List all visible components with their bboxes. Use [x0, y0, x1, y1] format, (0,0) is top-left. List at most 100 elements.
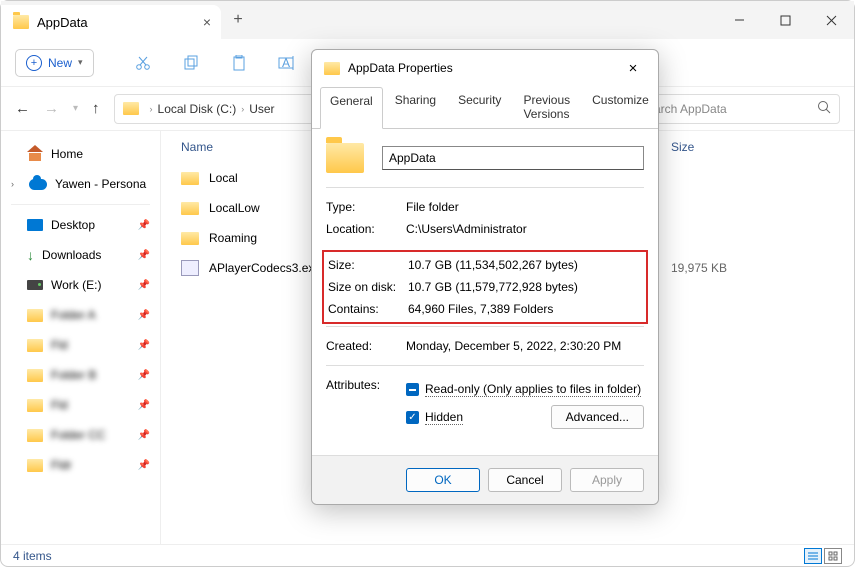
crumb-seg[interactable]: User	[249, 102, 274, 116]
apply-button[interactable]: Apply	[570, 468, 644, 492]
readonly-checkbox[interactable]	[406, 383, 419, 396]
cut-icon[interactable]	[134, 54, 152, 72]
search-icon	[817, 100, 831, 117]
close-window-button[interactable]	[808, 4, 854, 36]
folder-icon	[13, 15, 29, 29]
highlight-box: Size:10.7 GB (11,534,502,267 bytes) Size…	[322, 250, 648, 324]
readonly-label: Read-only (Only applies to files in fold…	[425, 382, 641, 397]
col-size[interactable]: Size	[671, 140, 694, 154]
pin-icon: 📌	[138, 400, 150, 411]
new-button[interactable]: + New ▾	[15, 49, 94, 77]
sidebar-item-desktop[interactable]: Desktop📌	[1, 210, 160, 240]
back-button[interactable]: ←	[15, 100, 30, 117]
paste-icon[interactable]	[230, 54, 248, 72]
size-on-disk-value: 10.7 GB (11,579,772,928 bytes)	[408, 280, 578, 294]
recent-chevron-icon[interactable]: ▾	[73, 103, 78, 114]
search-input[interactable]: arch AppData	[645, 94, 840, 124]
chevron-right-icon[interactable]: ›	[11, 179, 21, 189]
up-button[interactable]: ↑	[92, 100, 100, 117]
svg-text:A: A	[282, 56, 290, 70]
cancel-button[interactable]: Cancel	[488, 468, 562, 492]
contains-value: 64,960 Files, 7,389 Folders	[408, 302, 553, 316]
download-icon: ↓	[27, 247, 34, 263]
forward-button[interactable]: →	[44, 100, 59, 117]
close-tab-icon[interactable]: ×	[203, 14, 211, 30]
chevron-right-icon: ›	[150, 104, 153, 114]
sidebar-item[interactable]: Folder CC📌	[1, 420, 160, 450]
type-label: Type:	[326, 200, 406, 214]
folder-icon	[27, 339, 43, 352]
chevron-right-icon: ›	[241, 104, 244, 114]
attributes-label: Attributes:	[326, 378, 406, 392]
new-tab-button[interactable]: +	[221, 11, 255, 29]
titlebar: AppData × +	[1, 1, 854, 39]
pin-icon: 📌	[138, 310, 150, 321]
details-view-button[interactable]	[804, 548, 822, 564]
tab-previous-versions[interactable]: Previous Versions	[513, 86, 580, 128]
plus-icon: +	[26, 55, 42, 71]
drive-icon	[27, 280, 43, 290]
sidebar-item[interactable]: Fldr📌	[1, 450, 160, 480]
sidebar-item-work[interactable]: Work (E:)📌	[1, 270, 160, 300]
folder-icon	[27, 459, 43, 472]
folder-icon	[27, 369, 43, 382]
properties-dialog: AppData Properties × General Sharing Sec…	[311, 49, 659, 505]
dialog-title: AppData Properties	[348, 61, 453, 75]
search-placeholder: arch AppData	[654, 102, 727, 116]
close-dialog-button[interactable]: ×	[620, 60, 646, 77]
sidebar-item-home[interactable]: Home	[1, 139, 160, 169]
copy-icon[interactable]	[182, 54, 200, 72]
pin-icon: 📌	[138, 340, 150, 351]
hidden-checkbox[interactable]	[406, 411, 419, 424]
size-value: 10.7 GB (11,534,502,267 bytes)	[408, 258, 578, 272]
crumb-seg[interactable]: Local Disk (C:)	[158, 102, 237, 116]
tab-security[interactable]: Security	[448, 86, 511, 128]
created-value: Monday, December 5, 2022, 2:30:20 PM	[406, 339, 621, 353]
hidden-label: Hidden	[425, 410, 463, 425]
ok-button[interactable]: OK	[406, 468, 480, 492]
minimize-button[interactable]	[716, 4, 762, 36]
tab-customize[interactable]: Customize	[582, 86, 659, 128]
folder-icon	[181, 202, 199, 215]
pin-icon: 📌	[138, 280, 150, 291]
window-tab[interactable]: AppData ×	[1, 5, 221, 39]
onedrive-icon	[29, 179, 47, 190]
tab-general[interactable]: General	[320, 87, 383, 129]
pin-icon: 📌	[138, 370, 150, 381]
statusbar: 4 items	[1, 544, 854, 566]
desktop-icon	[27, 219, 43, 231]
sidebar-item[interactable]: Folder B📌	[1, 360, 160, 390]
divider	[11, 204, 150, 205]
type-value: File folder	[406, 200, 459, 214]
icons-view-button[interactable]	[824, 548, 842, 564]
pin-icon: 📌	[138, 220, 150, 231]
advanced-button[interactable]: Advanced...	[551, 405, 644, 429]
folder-name-input[interactable]	[382, 146, 644, 170]
size-label: Size:	[328, 258, 408, 272]
tab-title: AppData	[37, 15, 88, 30]
folder-icon	[27, 429, 43, 442]
sidebar: Home ›Yawen - Persona Desktop📌 ↓Download…	[1, 131, 161, 544]
contains-label: Contains:	[328, 302, 408, 316]
dialog-titlebar[interactable]: AppData Properties ×	[312, 50, 658, 86]
rename-icon[interactable]: A	[278, 54, 296, 72]
size-on-disk-label: Size on disk:	[328, 280, 408, 294]
folder-icon	[27, 309, 43, 322]
sidebar-item-downloads[interactable]: ↓Downloads📌	[1, 240, 160, 270]
dialog-tabs: General Sharing Security Previous Versio…	[312, 86, 658, 128]
pin-icon: 📌	[138, 250, 150, 261]
maximize-button[interactable]	[762, 4, 808, 36]
sidebar-item-personal[interactable]: ›Yawen - Persona	[1, 169, 160, 199]
created-label: Created:	[326, 339, 406, 353]
tab-sharing[interactable]: Sharing	[385, 86, 446, 128]
sidebar-item[interactable]: Fld📌	[1, 390, 160, 420]
folder-icon	[123, 102, 139, 115]
home-icon	[27, 147, 43, 161]
location-label: Location:	[326, 222, 406, 236]
folder-icon	[27, 399, 43, 412]
folder-icon-large	[326, 143, 364, 173]
exe-icon	[181, 260, 199, 276]
folder-icon	[324, 62, 340, 75]
sidebar-item[interactable]: Folder A📌	[1, 300, 160, 330]
sidebar-item[interactable]: Fld📌	[1, 330, 160, 360]
